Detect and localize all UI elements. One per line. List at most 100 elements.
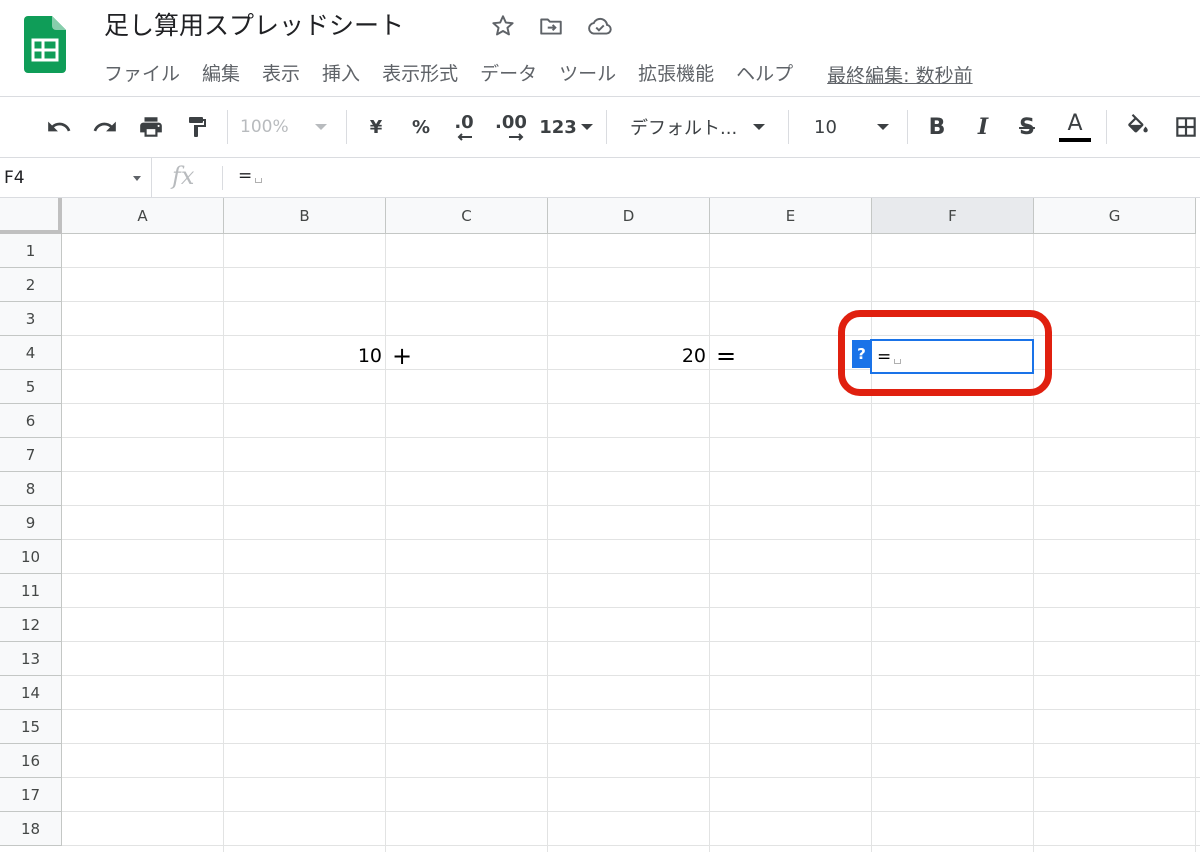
last-edit-link[interactable]: 最終編集: 数秒前	[827, 61, 972, 88]
borders-icon[interactable]	[1170, 97, 1200, 157]
menu-tools[interactable]: ツール	[559, 60, 616, 88]
row-gridline	[62, 573, 1200, 574]
row-gridline	[62, 301, 1200, 302]
cell-e4[interactable]: =	[716, 338, 756, 372]
column-header-c[interactable]: C	[386, 198, 548, 234]
row-gridline	[62, 607, 1200, 608]
font-family-value: デフォルト...	[630, 118, 738, 139]
font-size-select[interactable]: 10	[814, 97, 894, 157]
row-header-14[interactable]: 14	[0, 676, 62, 710]
menu-data[interactable]: データ	[480, 60, 537, 88]
row-header-12[interactable]: 12	[0, 608, 62, 642]
menu-help[interactable]: ヘルプ	[736, 60, 793, 88]
highlight-annotation-circle	[838, 310, 1052, 396]
strikethrough-button[interactable]: S	[1012, 97, 1042, 157]
zoom-select[interactable]: 100%	[240, 97, 336, 157]
chevron-down-icon	[753, 124, 766, 130]
toolbar-divider	[1106, 110, 1107, 144]
name-box-value: F4	[4, 168, 25, 188]
row-header-7[interactable]: 7	[0, 438, 62, 472]
row-header-11[interactable]: 11	[0, 574, 62, 608]
paint-format-icon[interactable]	[180, 97, 214, 157]
title-bar: 足し算用スプレッドシート ファイル 編集 表示 挿入 表示形式 データ ツール …	[0, 0, 1200, 96]
menu-edit[interactable]: 編集	[202, 60, 240, 88]
document-title[interactable]: 足し算用スプレッドシート	[104, 10, 404, 42]
row-header-5[interactable]: 5	[0, 370, 62, 404]
menu-bar: ファイル 編集 表示 挿入 表示形式 データ ツール 拡張機能 ヘルプ 最終編集…	[104, 60, 973, 88]
undo-icon[interactable]	[42, 97, 76, 157]
column-header-a[interactable]: A	[62, 198, 224, 234]
row-header-15[interactable]: 15	[0, 710, 62, 744]
menu-extensions[interactable]: 拡張機能	[638, 60, 714, 88]
row-gridline	[62, 505, 1200, 506]
currency-format-button[interactable]: ¥	[362, 97, 390, 157]
row-header-4[interactable]: 4	[0, 336, 62, 370]
row-gridline	[62, 539, 1200, 540]
cell-b4[interactable]: 10	[224, 338, 382, 372]
chevron-down-icon	[876, 124, 889, 130]
star-icon[interactable]	[490, 13, 516, 39]
row-header-10[interactable]: 10	[0, 540, 62, 574]
decrease-decimal-button[interactable]: .0	[446, 97, 482, 157]
cell-c4[interactable]: +	[392, 338, 432, 372]
percent-format-button[interactable]: %	[404, 97, 438, 157]
chevron-down-icon	[580, 124, 593, 130]
row-gridline	[62, 267, 1200, 268]
column-header-d[interactable]: D	[548, 198, 710, 234]
formula-value: =	[238, 166, 253, 186]
arrow-right-icon	[509, 133, 524, 141]
chevron-down-icon	[314, 124, 327, 130]
column-header-b[interactable]: B	[224, 198, 386, 234]
menu-file[interactable]: ファイル	[104, 60, 180, 88]
column-header-g[interactable]: G	[1034, 198, 1196, 234]
column-gridline	[709, 234, 710, 852]
text-color-swatch	[1059, 138, 1091, 142]
formula-bar: F4 fx =	[0, 158, 1200, 198]
column-gridline	[385, 234, 386, 852]
row-header-16[interactable]: 16	[0, 744, 62, 778]
cloud-saved-icon[interactable]	[586, 13, 612, 39]
toolbar-divider	[606, 110, 607, 144]
row-header-1[interactable]: 1	[0, 234, 62, 268]
toolbar: 100% ¥ % .0 .00 123 デフォルト... 10 B I S A	[0, 96, 1200, 158]
formula-input[interactable]: =	[238, 166, 263, 186]
toolbar-divider	[788, 110, 789, 144]
italic-button[interactable]: I	[968, 97, 998, 157]
redo-icon[interactable]	[88, 97, 122, 157]
move-folder-icon[interactable]	[538, 13, 564, 39]
row-header-8[interactable]: 8	[0, 472, 62, 506]
menu-view[interactable]: 表示	[262, 60, 300, 88]
column-header-e[interactable]: E	[710, 198, 872, 234]
formula-divider	[222, 166, 223, 190]
text-color-button[interactable]: A	[1058, 97, 1092, 157]
row-gridline	[62, 811, 1200, 812]
name-box[interactable]: F4	[0, 158, 152, 198]
row-header-6[interactable]: 6	[0, 404, 62, 438]
menu-format[interactable]: 表示形式	[382, 60, 458, 88]
font-family-select[interactable]: デフォルト...	[630, 97, 776, 157]
row-gridline	[62, 471, 1200, 472]
spreadsheet-grid[interactable]: ABCDEFG 1 2 3 4 5 6 7 8 9 10 11 12 13 14 15 16 17 18	[0, 198, 1200, 852]
row-header-18[interactable]: 18	[0, 812, 62, 846]
row-header-9[interactable]: 9	[0, 506, 62, 540]
toolbar-divider	[907, 110, 908, 144]
space-marker	[255, 178, 263, 183]
column-gridline	[547, 234, 548, 852]
bold-button[interactable]: B	[922, 97, 952, 157]
row-header-2[interactable]: 2	[0, 268, 62, 302]
menu-insert[interactable]: 挿入	[322, 60, 360, 88]
print-icon[interactable]	[134, 97, 168, 157]
fill-color-icon[interactable]	[1122, 97, 1154, 157]
sheets-logo-icon[interactable]	[24, 16, 66, 73]
chevron-down-icon	[133, 176, 141, 181]
toolbar-divider	[227, 110, 228, 144]
cell-d4[interactable]: 20	[548, 338, 706, 372]
number-format-select[interactable]: 123	[538, 97, 594, 157]
row-header-3[interactable]: 3	[0, 302, 62, 336]
zoom-value: 100%	[240, 117, 289, 137]
row-header-13[interactable]: 13	[0, 642, 62, 676]
column-header-f[interactable]: F	[872, 198, 1034, 234]
row-header-17[interactable]: 17	[0, 778, 62, 812]
increase-decimal-button[interactable]: .00	[492, 97, 530, 157]
select-all-corner[interactable]	[0, 198, 62, 234]
